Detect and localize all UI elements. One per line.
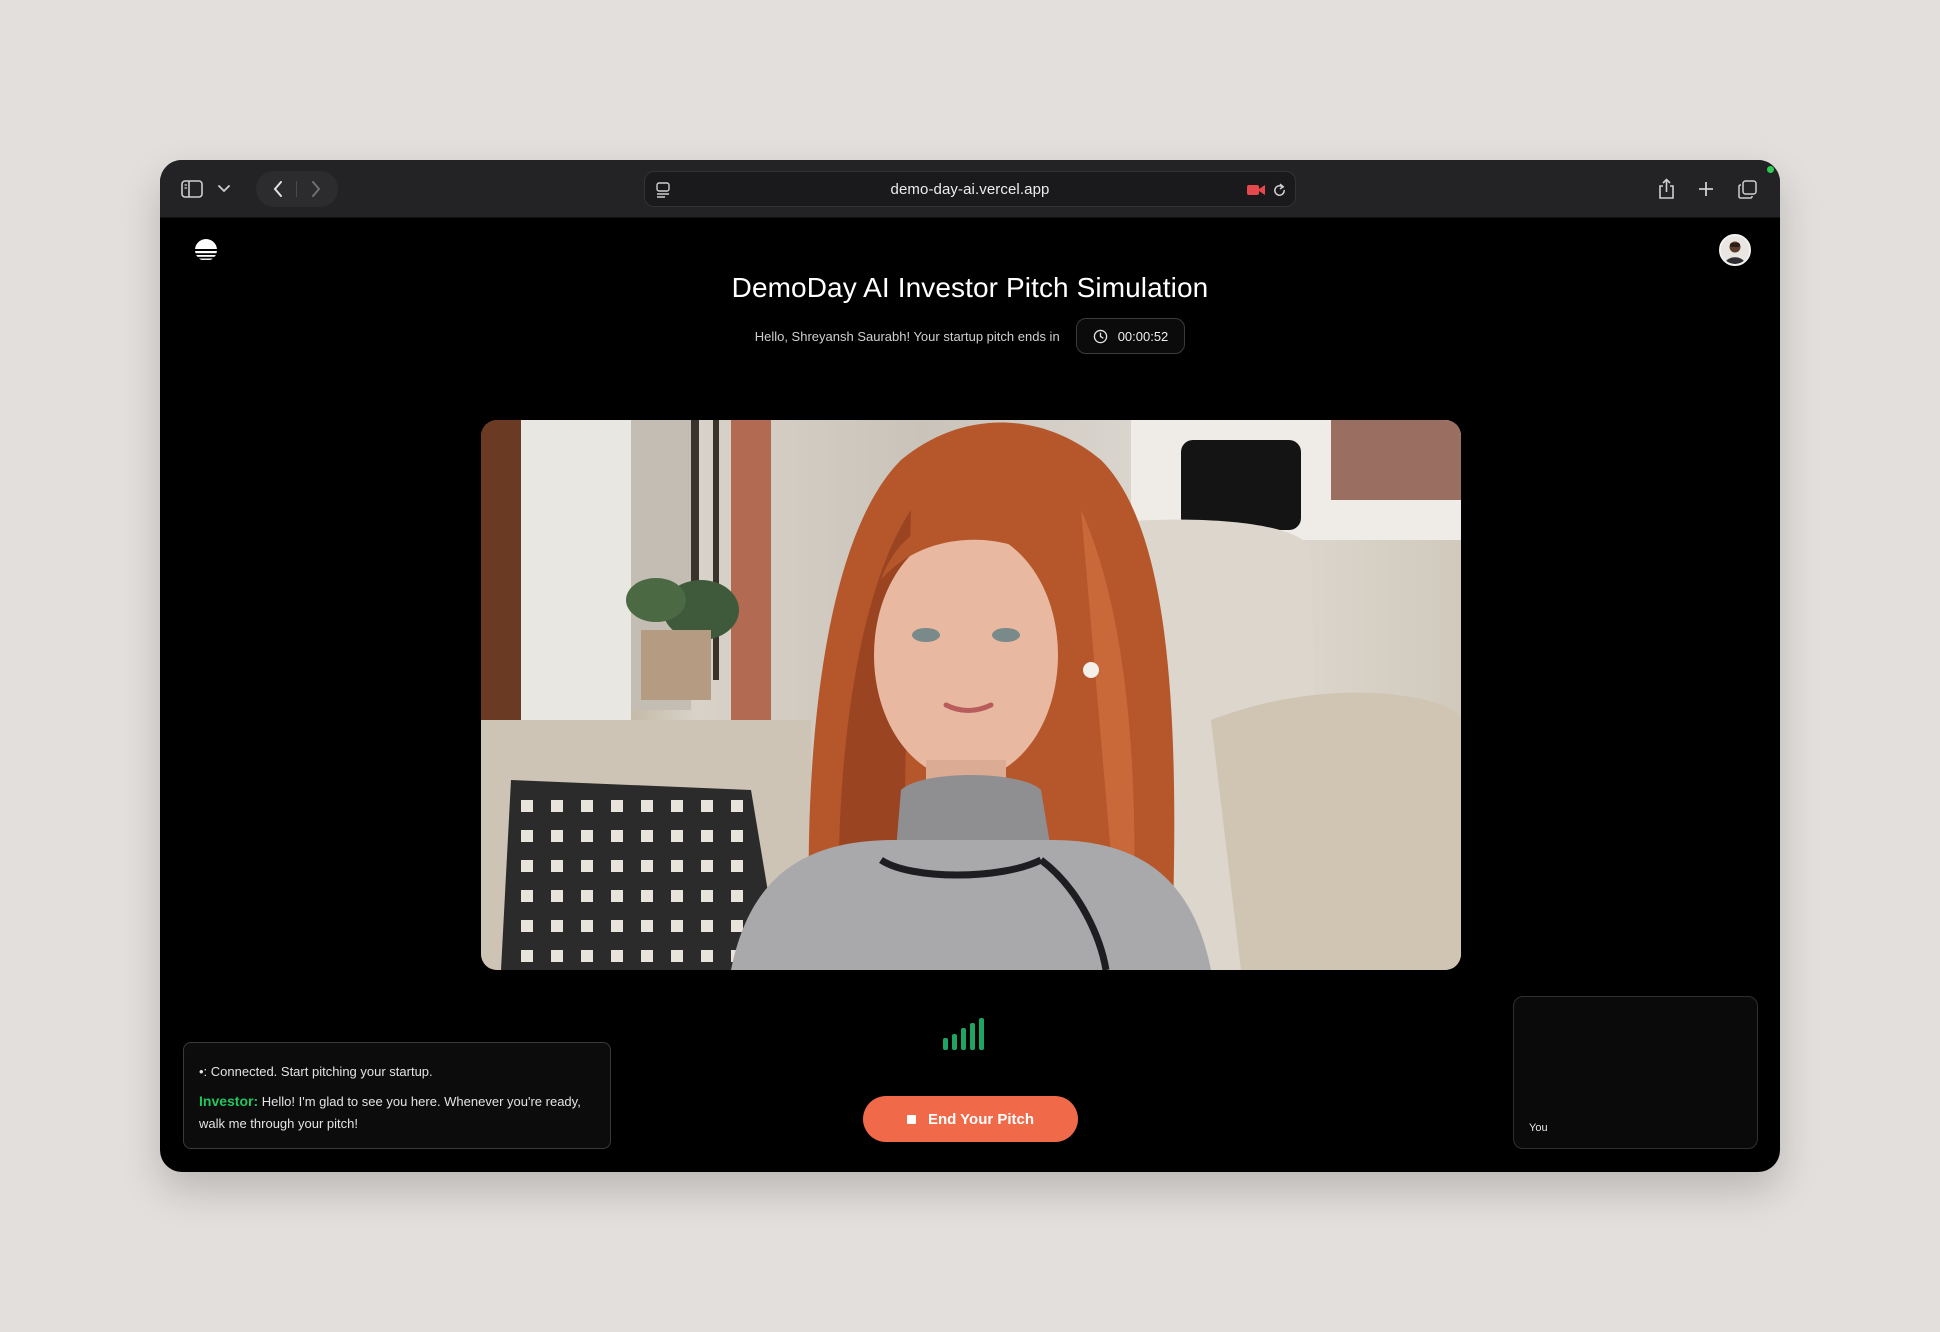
speaker-label: Investor:	[199, 1093, 259, 1109]
share-icon[interactable]	[1654, 176, 1678, 202]
subtitle-row: Hello, Shreyansh Saurabh! Your startup p…	[160, 318, 1780, 354]
end-pitch-button[interactable]: End Your Pitch	[863, 1096, 1078, 1142]
nav-divider	[296, 181, 297, 197]
audio-level-indicator	[943, 1016, 999, 1050]
system-prefix: •:	[199, 1064, 208, 1079]
investor-message: Investor: Hello! I'm glad to see you her…	[199, 1090, 595, 1135]
reload-icon[interactable]	[1269, 180, 1289, 200]
end-pitch-label: End Your Pitch	[927, 1110, 1035, 1128]
chevron-down-icon[interactable]	[216, 178, 232, 200]
camera-in-use-indicator	[1767, 166, 1774, 173]
new-tab-plus-icon[interactable]	[1695, 178, 1717, 200]
forward-arrow-icon[interactable]	[304, 177, 328, 201]
timer-value: 00:00:52	[1117, 328, 1169, 344]
system-text: Connected. Start pitching your startup.	[210, 1064, 433, 1079]
camera-recording-icon[interactable]	[1245, 181, 1267, 199]
system-message: •: Connected. Start pitching your startu…	[199, 1061, 595, 1083]
transcript-panel: •: Connected. Start pitching your startu…	[183, 1042, 611, 1149]
user-avatar[interactable]	[1719, 234, 1751, 266]
investor-video-feed	[481, 420, 1461, 970]
self-view-label: You	[1529, 1122, 1548, 1134]
level-bar	[943, 1038, 948, 1050]
level-bar	[952, 1034, 957, 1050]
sidebar-toggle-icon[interactable]	[178, 176, 206, 202]
stop-icon	[906, 1114, 916, 1124]
level-bar	[970, 1023, 975, 1050]
back-arrow-icon[interactable]	[266, 177, 290, 201]
app-logo-icon[interactable]	[194, 238, 218, 262]
clock-icon	[1093, 329, 1108, 344]
browser-toolbar: demo-day-ai.vercel.app	[160, 160, 1780, 218]
greeting-text: Hello, Shreyansh Saurabh! Your startup p…	[754, 328, 1060, 344]
browser-window: demo-day-ai.vercel.app DemoDay AI Invest…	[160, 160, 1780, 1172]
page-title: DemoDay AI Investor Pitch Simulation	[731, 272, 1209, 303]
level-bar	[979, 1018, 984, 1050]
self-video-preview: You	[1513, 996, 1758, 1149]
address-bar[interactable]: demo-day-ai.vercel.app	[644, 171, 1296, 207]
level-bar	[961, 1028, 966, 1050]
tab-overview-icon[interactable]	[1735, 177, 1759, 201]
navigation-group	[256, 171, 338, 207]
countdown-timer: 00:00:52	[1075, 318, 1186, 354]
url-text[interactable]: demo-day-ai.vercel.app	[645, 181, 1295, 198]
